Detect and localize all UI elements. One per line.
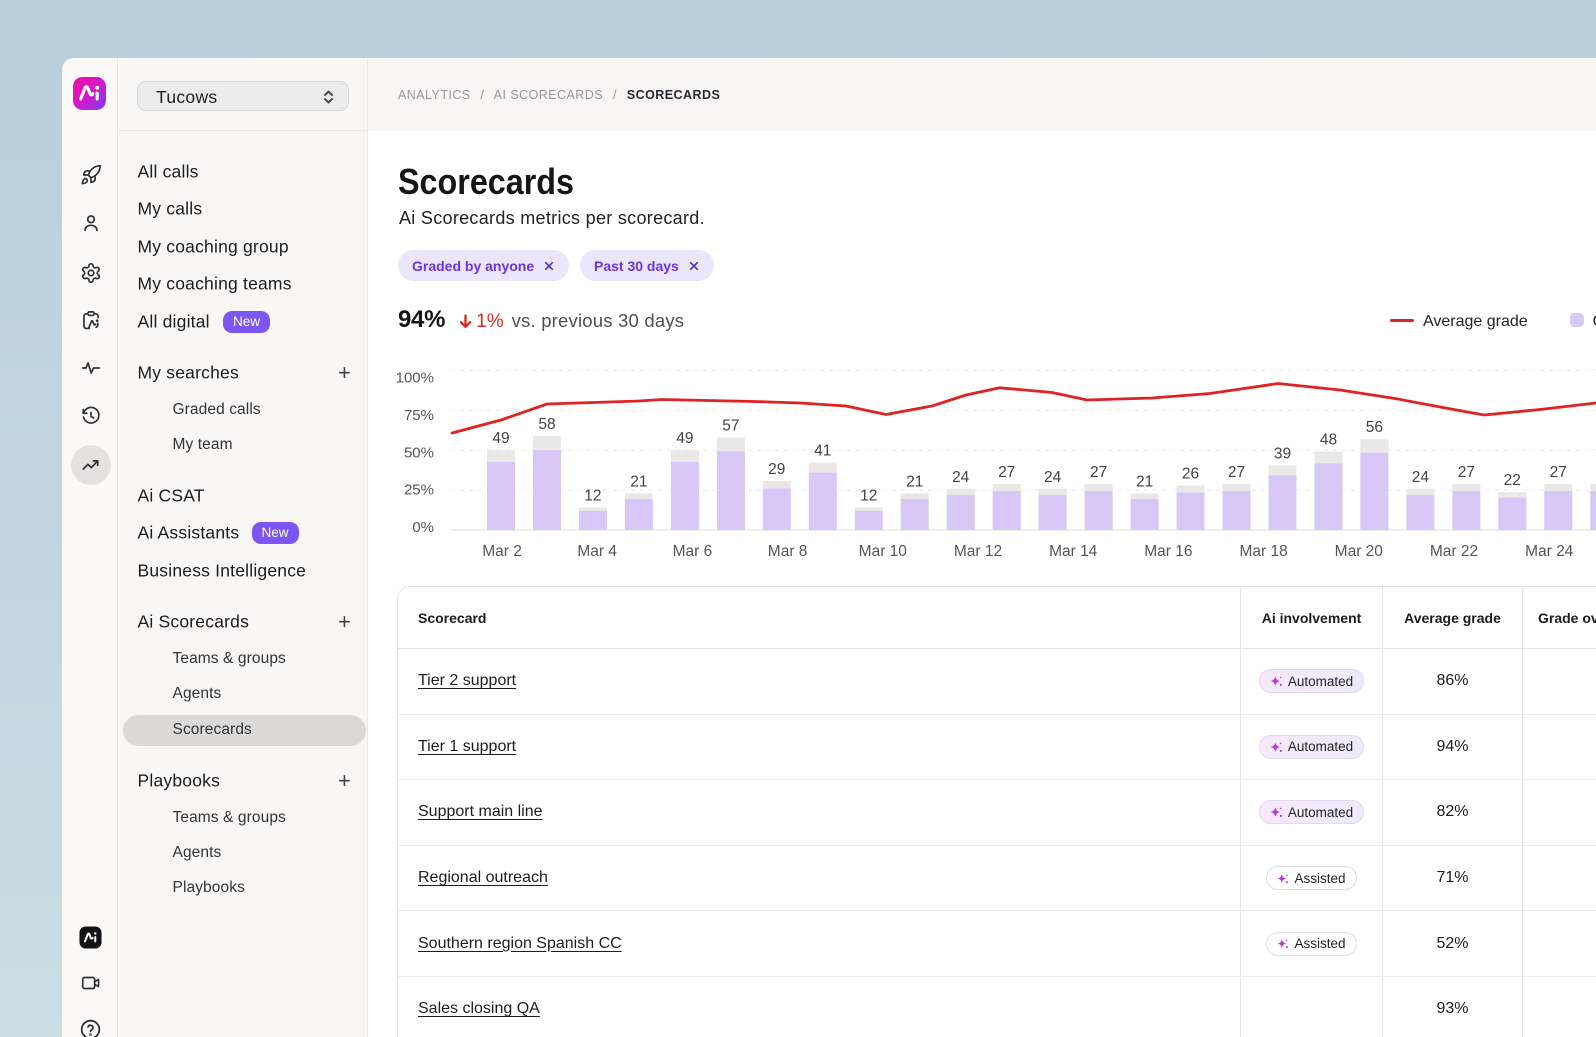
svg-text:49: 49 bbox=[676, 430, 693, 447]
svg-text:Mar 18: Mar 18 bbox=[1239, 543, 1287, 560]
svg-text:39: 39 bbox=[1274, 446, 1291, 463]
svg-text:21: 21 bbox=[906, 473, 923, 490]
svg-text:22: 22 bbox=[1504, 472, 1521, 489]
svg-text:27: 27 bbox=[1228, 464, 1245, 481]
svg-text:57: 57 bbox=[722, 418, 739, 435]
svg-text:21: 21 bbox=[630, 473, 647, 490]
svg-text:24: 24 bbox=[1412, 469, 1430, 486]
svg-text:24: 24 bbox=[1044, 469, 1062, 486]
svg-text:Mar 20: Mar 20 bbox=[1335, 543, 1384, 560]
svg-text:21: 21 bbox=[1136, 473, 1153, 490]
svg-text:27: 27 bbox=[1090, 464, 1107, 481]
svg-text:12: 12 bbox=[584, 487, 601, 504]
svg-text:0%: 0% bbox=[412, 519, 434, 536]
svg-text:29: 29 bbox=[768, 461, 785, 478]
svg-text:Mar 4: Mar 4 bbox=[577, 543, 617, 560]
svg-text:Mar 24: Mar 24 bbox=[1525, 543, 1574, 560]
svg-text:25%: 25% bbox=[404, 482, 434, 499]
svg-text:27: 27 bbox=[1550, 464, 1567, 481]
svg-text:Mar 2: Mar 2 bbox=[482, 543, 522, 560]
svg-text:50%: 50% bbox=[404, 444, 434, 461]
svg-text:27: 27 bbox=[998, 464, 1015, 481]
svg-text:41: 41 bbox=[814, 442, 831, 459]
svg-text:49: 49 bbox=[492, 430, 509, 447]
svg-text:100%: 100% bbox=[396, 370, 434, 387]
svg-text:Mar 10: Mar 10 bbox=[859, 543, 908, 560]
svg-text:75%: 75% bbox=[404, 407, 434, 424]
svg-text:12: 12 bbox=[860, 487, 877, 504]
svg-text:Mar 6: Mar 6 bbox=[673, 543, 713, 560]
svg-text:27: 27 bbox=[1458, 464, 1475, 481]
svg-text:24: 24 bbox=[952, 469, 970, 486]
svg-text:26: 26 bbox=[1182, 466, 1199, 483]
svg-text:Mar 22: Mar 22 bbox=[1430, 543, 1478, 560]
svg-text:58: 58 bbox=[538, 416, 555, 433]
svg-text:Mar 12: Mar 12 bbox=[954, 543, 1002, 560]
svg-text:Mar 8: Mar 8 bbox=[768, 543, 808, 560]
svg-text:56: 56 bbox=[1366, 419, 1383, 436]
svg-text:Mar 16: Mar 16 bbox=[1144, 543, 1192, 560]
svg-text:Mar 14: Mar 14 bbox=[1049, 543, 1098, 560]
svg-text:48: 48 bbox=[1320, 432, 1337, 449]
